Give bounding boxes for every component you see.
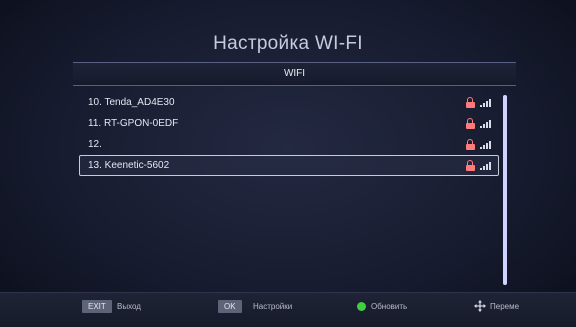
signal-strength-icon: [480, 161, 494, 170]
network-row[interactable]: 12.: [79, 134, 499, 155]
network-row[interactable]: 10. Tenda_AD4E30: [79, 92, 499, 113]
page-title: Настройка WI-FI: [213, 33, 363, 54]
lock-icon: [466, 160, 475, 171]
network-name: 13. Keenetic-5602: [88, 160, 170, 171]
network-name: 12.: [88, 139, 102, 150]
lock-icon: [466, 139, 475, 150]
move-hint: Переме: [490, 302, 520, 311]
lock-icon: [466, 97, 475, 108]
refresh-hint: Обновить: [371, 302, 408, 311]
network-row-selected[interactable]: 13. Keenetic-5602: [79, 155, 499, 176]
network-row[interactable]: 11. RT-GPON-0EDF: [79, 113, 499, 134]
signal-strength-icon: [480, 98, 494, 107]
footer-hints: EXIT Выход OK Настройки Обновить Переме: [0, 292, 576, 327]
network-list: 10. Tenda_AD4E30 11. RT-GPON-0EDF 12. 13…: [79, 92, 499, 176]
ok-key[interactable]: OK: [218, 300, 242, 313]
exit-key[interactable]: EXIT: [82, 300, 112, 313]
section-header: WIFI: [73, 62, 516, 86]
signal-strength-icon: [480, 119, 494, 128]
network-name: 10. Tenda_AD4E30: [88, 97, 175, 108]
scrollbar-thumb[interactable]: [503, 95, 507, 285]
section-label: WIFI: [283, 68, 306, 79]
tv-screen: Настройка WI-FI WIFI 10. Tenda_AD4E30 11…: [0, 0, 576, 327]
ok-hint: Настройки: [253, 302, 293, 311]
lock-icon: [466, 118, 475, 129]
signal-strength-icon: [480, 140, 494, 149]
move-arrows-icon: [474, 300, 486, 312]
green-button-icon[interactable]: [357, 302, 366, 311]
exit-hint: Выход: [117, 302, 141, 311]
network-name: 11. RT-GPON-0EDF: [88, 118, 179, 129]
